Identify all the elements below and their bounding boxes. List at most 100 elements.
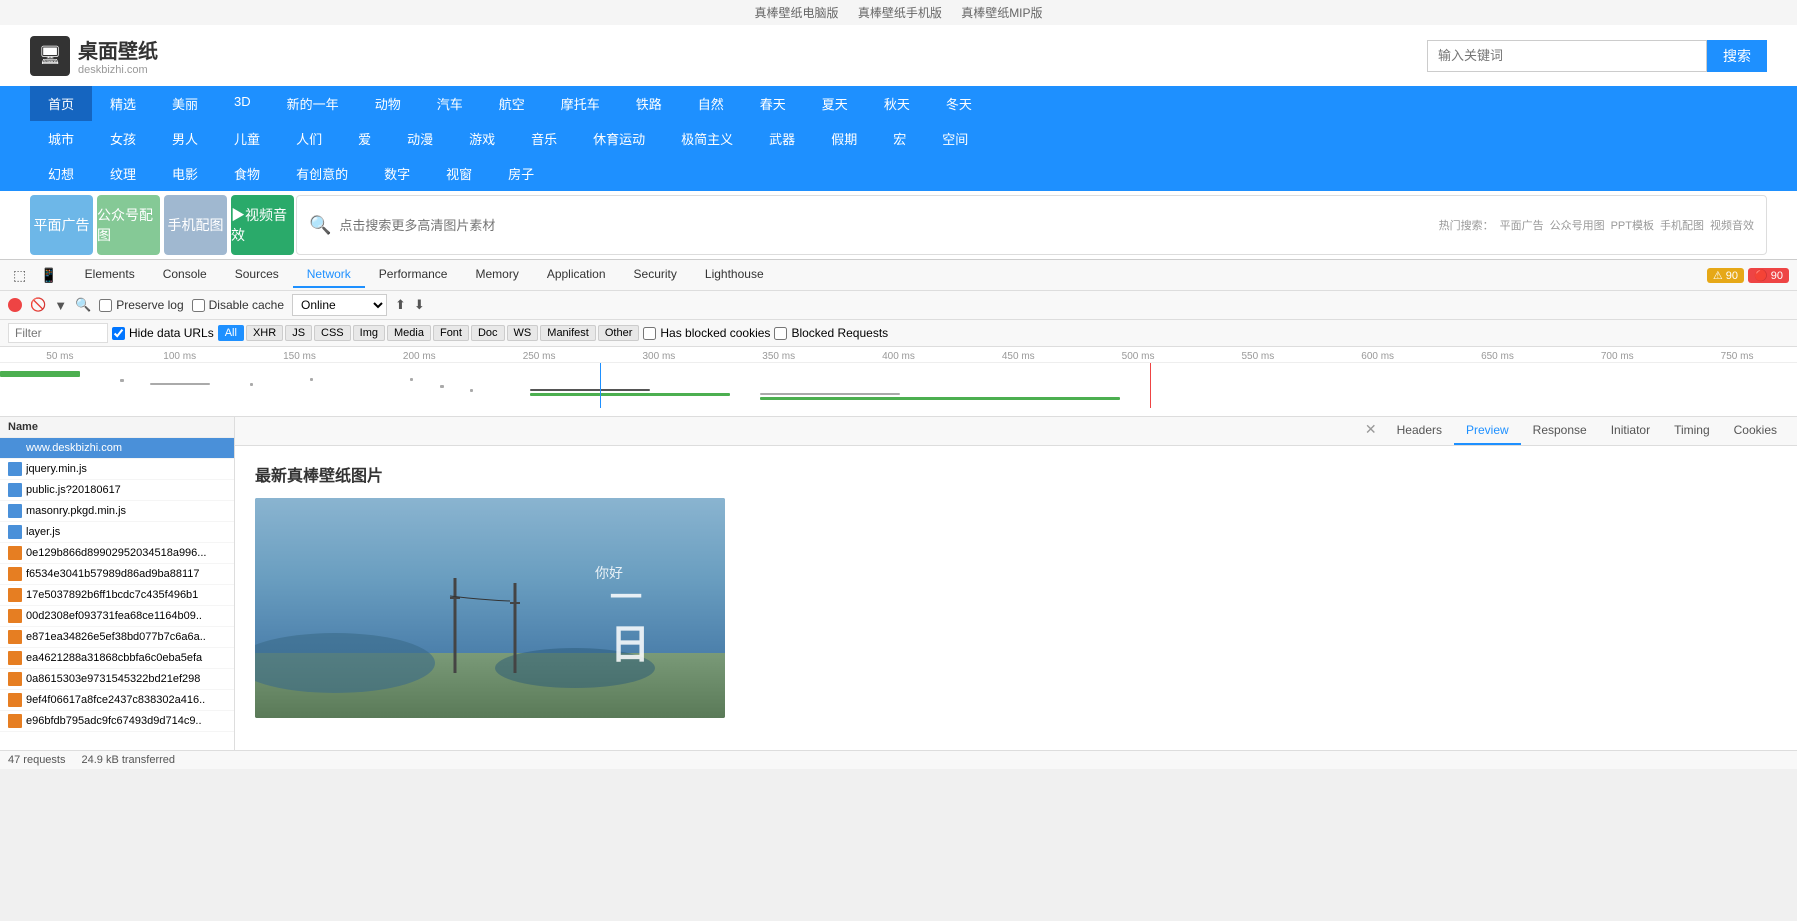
topbar-link-desktop[interactable]: 真棒壁纸电脑版	[754, 6, 838, 20]
nav-item-休育运动[interactable]: 休育运动	[575, 121, 663, 156]
banner-search-input[interactable]	[339, 218, 1430, 233]
nav-item-航空[interactable]: 航空	[481, 86, 543, 121]
devtools-tab-memory[interactable]: Memory	[461, 262, 532, 288]
banner-card-0[interactable]: 平面广告	[30, 195, 93, 255]
nav-item-音乐[interactable]: 音乐	[513, 121, 575, 156]
panel-tab-response[interactable]: Response	[1521, 417, 1599, 445]
disable-cache-checkbox[interactable]	[192, 299, 205, 312]
request-item[interactable]: 17e5037892b6ff1bcdc7c435f496b1	[0, 585, 234, 606]
panel-tab-timing[interactable]: Timing	[1662, 417, 1722, 445]
nav-item-房子[interactable]: 房子	[490, 156, 552, 191]
filter-type-doc[interactable]: Doc	[471, 325, 505, 341]
nav-item-女孩[interactable]: 女孩	[92, 121, 154, 156]
filter-type-css[interactable]: CSS	[314, 325, 351, 341]
banner-tag-4[interactable]: 手机配图	[1660, 217, 1704, 233]
clear-button[interactable]: 🚫	[30, 297, 46, 313]
filter-type-ws[interactable]: WS	[507, 325, 539, 341]
request-item[interactable]: e871ea34826e5ef38bd077b7c6a6a..	[0, 627, 234, 648]
mobile-icon[interactable]: 📱	[35, 264, 62, 287]
cursor-icon[interactable]: ⬚	[8, 264, 31, 287]
preserve-log-label[interactable]: Preserve log	[99, 298, 183, 312]
nav-item-秋天[interactable]: 秋天	[866, 86, 928, 121]
nav-item-动漫[interactable]: 动漫	[389, 121, 451, 156]
request-item[interactable]: 0e129b866d89902952034518a996...	[0, 543, 234, 564]
nav-item-男人[interactable]: 男人	[154, 121, 216, 156]
nav-item-食物[interactable]: 食物	[216, 156, 278, 191]
nav-item-春天[interactable]: 春天	[742, 86, 804, 121]
nav-item-有创意的[interactable]: 有创意的	[278, 156, 366, 191]
nav-item-假期[interactable]: 假期	[813, 121, 875, 156]
devtools-tab-console[interactable]: Console	[149, 262, 221, 288]
devtools-tab-network[interactable]: Network	[293, 262, 365, 288]
nav-item-精选[interactable]: 精选	[92, 86, 154, 121]
nav-item-游戏[interactable]: 游戏	[451, 121, 513, 156]
filter-type-other[interactable]: Other	[598, 325, 640, 341]
request-item[interactable]: jquery.min.js	[0, 459, 234, 480]
blocked-requests-checkbox[interactable]	[774, 327, 787, 340]
nav-item-数字[interactable]: 数字	[366, 156, 428, 191]
hide-data-urls-label[interactable]: Hide data URLs	[112, 326, 214, 340]
request-item[interactable]: 00d2308ef093731fea68ce1164b09..	[0, 606, 234, 627]
panel-tab-cookies[interactable]: Cookies	[1722, 417, 1789, 445]
banner-card-2[interactable]: 手机配图	[164, 195, 227, 255]
nav-item-幻想[interactable]: 幻想	[30, 156, 92, 191]
request-item[interactable]: layer.js	[0, 522, 234, 543]
banner-tag-3[interactable]: PPT模板	[1611, 217, 1654, 233]
request-item[interactable]: public.js?20180617	[0, 480, 234, 501]
request-item[interactable]: ea4621288a31868cbbfa6c0eba5efa	[0, 648, 234, 669]
devtools-tab-application[interactable]: Application	[533, 262, 620, 288]
nav-item-人们[interactable]: 人们	[278, 121, 340, 156]
nav-item-空间[interactable]: 空间	[924, 121, 986, 156]
nav-item-摩托车[interactable]: 摩托车	[543, 86, 618, 121]
nav-item-新的一年[interactable]: 新的一年	[269, 86, 357, 121]
nav-item-纹理[interactable]: 纹理	[92, 156, 154, 191]
topbar-link-mobile[interactable]: 真棒壁纸手机版	[858, 6, 942, 20]
filter-type-all[interactable]: All	[218, 325, 244, 341]
devtools-tab-lighthouse[interactable]: Lighthouse	[691, 262, 778, 288]
request-item[interactable]: www.deskbizhi.com	[0, 438, 234, 459]
nav-item-城市[interactable]: 城市	[30, 121, 92, 156]
nav-item-汽车[interactable]: 汽车	[419, 86, 481, 121]
filter-icon[interactable]: ▼	[54, 298, 67, 313]
disable-cache-label[interactable]: Disable cache	[192, 298, 284, 312]
request-item[interactable]: e96bfdb795adc9fc67493d9d714c9..	[0, 711, 234, 732]
banner-tag-2[interactable]: 公众号用图	[1550, 217, 1605, 233]
search-input[interactable]	[1427, 40, 1707, 72]
request-item[interactable]: f6534e3041b57989d86ad9ba88117	[0, 564, 234, 585]
banner-card-1[interactable]: 公众号配图	[97, 195, 160, 255]
devtools-tab-performance[interactable]: Performance	[365, 262, 462, 288]
nav-item-武器[interactable]: 武器	[751, 121, 813, 156]
filter-type-media[interactable]: Media	[387, 325, 431, 341]
nav-item-冬天[interactable]: 冬天	[928, 86, 990, 121]
nav-item-首页[interactable]: 首页	[30, 86, 92, 121]
nav-item-动物[interactable]: 动物	[357, 86, 419, 121]
nav-item-极简主义[interactable]: 极简主义	[663, 121, 751, 156]
has-blocked-cookies-checkbox[interactable]	[643, 327, 656, 340]
search-button[interactable]: 搜索	[1707, 40, 1767, 72]
filter-type-img[interactable]: Img	[353, 325, 385, 341]
request-item[interactable]: masonry.pkgd.min.js	[0, 501, 234, 522]
nav-item-电影[interactable]: 电影	[154, 156, 216, 191]
devtools-tab-security[interactable]: Security	[620, 262, 691, 288]
nav-item-铁路[interactable]: 铁路	[618, 86, 680, 121]
hide-data-urls-checkbox[interactable]	[112, 327, 125, 340]
request-item[interactable]: 9ef4f06617a8fce2437c838302a416..	[0, 690, 234, 711]
nav-item-宏[interactable]: 宏	[875, 121, 924, 156]
nav-item-儿童[interactable]: 儿童	[216, 121, 278, 156]
filter-type-js[interactable]: JS	[285, 325, 312, 341]
filter-input[interactable]	[8, 323, 108, 343]
devtools-tab-sources[interactable]: Sources	[221, 262, 293, 288]
record-button[interactable]	[8, 298, 22, 312]
nav-item-自然[interactable]: 自然	[680, 86, 742, 121]
panel-tab-preview[interactable]: Preview	[1454, 417, 1521, 445]
topbar-link-mip[interactable]: 真棒壁纸MIP版	[961, 6, 1042, 20]
banner-tag-5[interactable]: 视频音效	[1710, 217, 1754, 233]
search-icon[interactable]: 🔍	[75, 297, 91, 313]
nav-item-3D[interactable]: 3D	[216, 86, 269, 121]
banner-card-3[interactable]: ▶视频音效	[231, 195, 294, 255]
blocked-requests-label[interactable]: Blocked Requests	[774, 326, 888, 340]
nav-item-美丽[interactable]: 美丽	[154, 86, 216, 121]
request-item[interactable]: 0a8615303e9731545322bd21ef298	[0, 669, 234, 690]
filter-type-manifest[interactable]: Manifest	[540, 325, 596, 341]
filter-type-font[interactable]: Font	[433, 325, 469, 341]
